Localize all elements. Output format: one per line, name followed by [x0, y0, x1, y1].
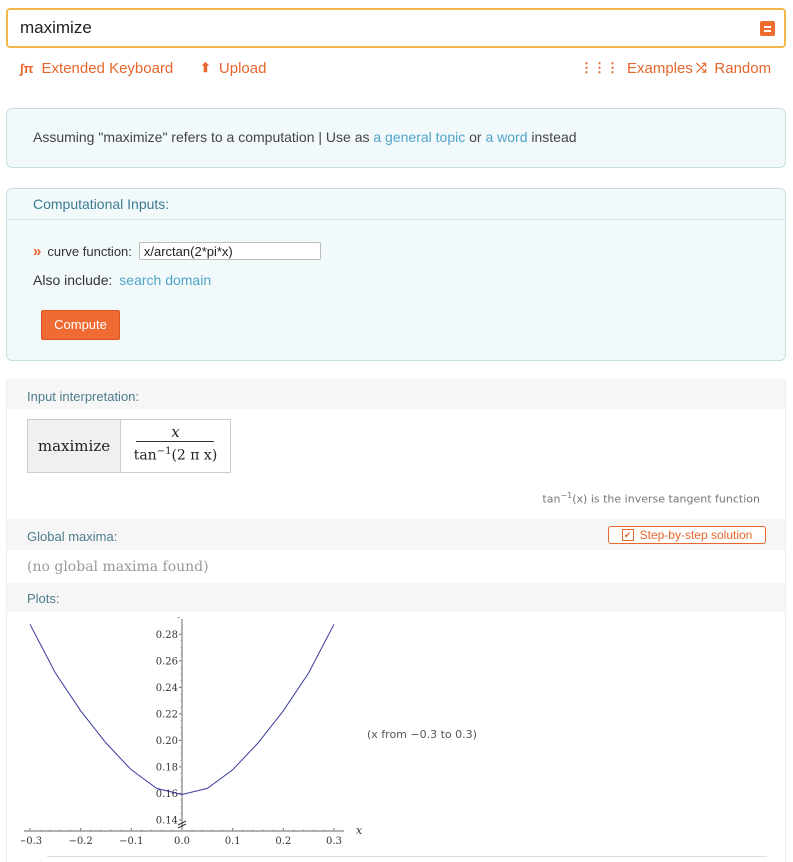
y-tick-label: 0.14: [156, 815, 178, 826]
fraction-numerator: x: [171, 423, 180, 441]
assumption-suffix: instead: [527, 129, 577, 145]
upload-icon: ⬆: [200, 60, 211, 75]
denominator-sup: −1: [156, 446, 172, 457]
results-panel: Input interpretation: maximize x tan−1(2…: [6, 379, 786, 862]
y-tick-label: 0.18: [156, 762, 178, 773]
grid-dots-icon: ⋮⋮⋮: [580, 60, 619, 75]
plot-divider: [47, 856, 767, 857]
keyboard-icon: ∫π: [20, 60, 34, 76]
random-label: Random: [714, 59, 772, 77]
note-func: tan: [542, 492, 561, 506]
fraction-denominator: tan−1(2 π x): [121, 446, 230, 464]
global-maxima-result: (no global maxima found): [27, 559, 209, 575]
equals-submit-icon[interactable]: [760, 21, 775, 36]
x-tick-label: −0.3: [21, 836, 42, 847]
note-rest: (x) is the inverse tangent function: [572, 492, 760, 506]
x-tick-label: 0.1: [225, 836, 241, 847]
input-interpretation-title: Input interpretation:: [27, 389, 140, 404]
extended-keyboard-label: Extended Keyboard: [41, 59, 174, 77]
upload-label: Upload: [218, 59, 267, 77]
note-sup: −1: [560, 491, 573, 500]
computational-inputs-header: Computational Inputs:: [7, 189, 785, 220]
curve-function-input[interactable]: [138, 242, 321, 260]
step-by-step-button[interactable]: ✔ Step-by-step solution: [608, 526, 766, 544]
general-topic-link[interactable]: a general topic: [373, 129, 465, 145]
operation-cell: maximize: [28, 420, 121, 472]
step-by-step-label: Step-by-step solution: [639, 528, 753, 542]
shuffle-icon: ⤮: [696, 60, 707, 75]
assumption-box: Assuming "maximize" refers to a computat…: [6, 108, 786, 168]
x-tick-label: −0.2: [69, 836, 93, 847]
x-tick-label: 0.2: [275, 836, 291, 847]
search-input[interactable]: [20, 10, 740, 46]
denominator-arg: (2 π x): [171, 447, 218, 464]
x-tick-label: −0.1: [119, 836, 143, 847]
assumption-prefix: Assuming "maximize" refers to a computat…: [33, 129, 374, 145]
extended-keyboard-button[interactable]: ∫π Extended Keyboard: [20, 58, 173, 78]
also-include-row: Also include: search domain: [33, 272, 211, 288]
plots-header: Plots:: [7, 583, 785, 612]
x-tick-label: 0.3: [326, 836, 342, 847]
y-tick-label: 0.26: [156, 656, 178, 667]
y-tick-label: 0.22: [156, 709, 178, 720]
examples-label: Examples: [627, 59, 693, 77]
x-tick-label: 0.0: [174, 836, 190, 847]
curve-function-label: curve function:: [47, 243, 132, 259]
expression-cell: x tan−1(2 π x): [121, 420, 230, 472]
y-tick-label: 0.20: [156, 736, 178, 747]
computational-inputs-title: Computational Inputs:: [33, 196, 170, 212]
upload-button[interactable]: ⬆ Upload: [200, 58, 266, 78]
compute-button[interactable]: Compute: [41, 310, 120, 340]
assumption-middle: or: [465, 129, 486, 145]
input-interpretation-table: maximize x tan−1(2 π x): [27, 419, 231, 473]
checkbox-icon: ✔: [621, 529, 634, 541]
global-maxima-title: Global maxima:: [27, 529, 118, 544]
fraction-bar: [136, 441, 214, 442]
denominator-func: tan: [133, 447, 157, 464]
curve-function-row: » curve function:: [33, 241, 321, 261]
word-link[interactable]: a word: [485, 129, 527, 145]
x-axis-label: x: [356, 824, 363, 837]
plots-title: Plots:: [27, 591, 60, 606]
y-axis-label: y: [177, 617, 185, 618]
search-domain-link[interactable]: search domain: [119, 272, 211, 288]
input-interpretation-header: Input interpretation:: [7, 379, 785, 409]
y-tick-label: 0.24: [156, 683, 178, 694]
chevron-right-icon: »: [33, 242, 42, 260]
search-bar: [6, 8, 786, 48]
also-include-label: Also include:: [33, 272, 113, 288]
assumption-text: Assuming "maximize" refers to a computat…: [33, 129, 577, 145]
computational-inputs-box: Computational Inputs: » curve function: …: [6, 188, 786, 361]
examples-button[interactable]: ⋮⋮⋮ Examples: [580, 58, 693, 78]
y-tick-label: 0.28: [156, 630, 178, 641]
inverse-tangent-note: tan−1(x) is the inverse tangent function: [542, 491, 760, 506]
plot-chart: −0.3 −0.2 −0.1 0.0 0.1 0.2 0.30.140.160.180.20…: [21, 617, 363, 847]
x-range-note: (x from −0.3 to 0.3): [367, 728, 477, 741]
random-button[interactable]: ⤮ Random: [696, 58, 771, 78]
